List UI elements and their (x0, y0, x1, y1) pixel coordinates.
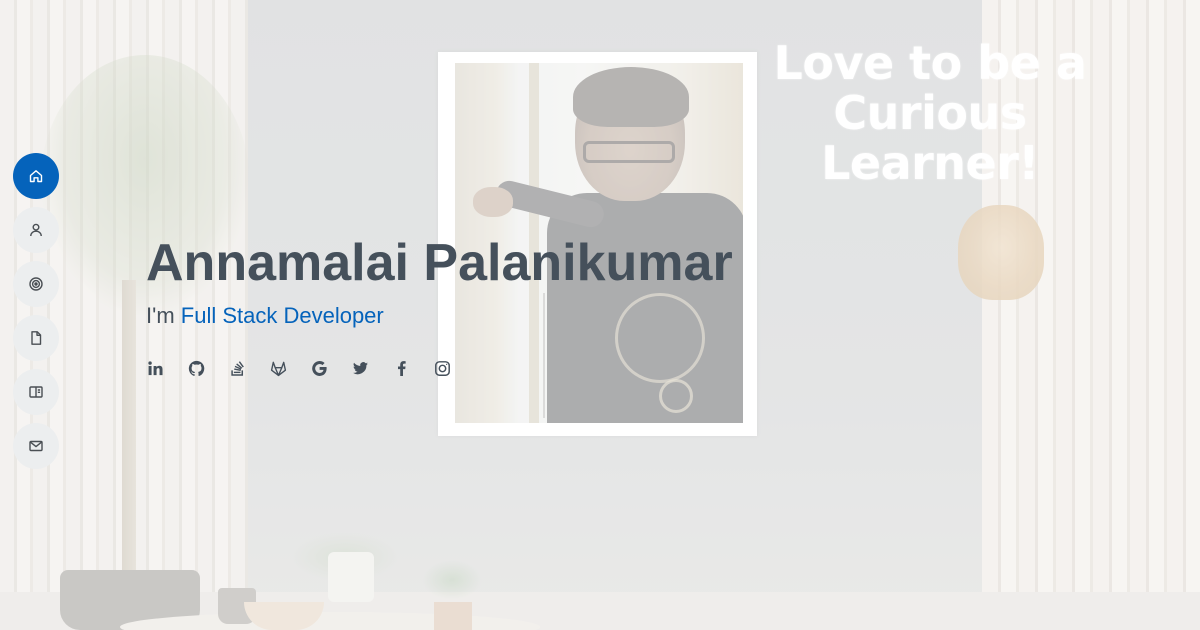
nav-contact-button[interactable] (13, 423, 59, 469)
person-icon (30, 223, 42, 237)
home-icon (29, 170, 43, 183)
linkedin-link[interactable] (146, 357, 164, 379)
google-icon (311, 360, 327, 376)
book-icon (29, 386, 43, 398)
hero-name: Annamalai Palanikumar (146, 234, 733, 292)
nav-resume-button[interactable] (13, 315, 59, 361)
quote-text: Love to be a Curious Learner! (760, 38, 1100, 188)
twitter-link[interactable] (351, 357, 369, 379)
quote-line-1: Love to be a (773, 36, 1087, 90)
gitlab-link[interactable] (269, 357, 287, 379)
instagram-icon (434, 360, 450, 376)
twitter-icon (352, 361, 368, 374)
background-succulent-pot (434, 602, 472, 630)
role-prefix: I'm (146, 303, 181, 328)
google-link[interactable] (310, 357, 328, 379)
stackoverflow-icon (230, 360, 244, 376)
facebook-link[interactable] (392, 357, 410, 379)
background-succulent (422, 560, 482, 600)
gitlab-icon (270, 361, 286, 376)
background-vase (328, 552, 374, 602)
nav-portfolio-button[interactable] (13, 369, 59, 415)
stackoverflow-link[interactable] (228, 357, 246, 379)
background-lamp (958, 205, 1044, 300)
nav-about-button[interactable] (13, 207, 59, 253)
nav-skills-button[interactable] (13, 261, 59, 307)
social-links (146, 357, 451, 379)
hero-role: I'm Full Stack Developer (146, 302, 384, 330)
target-icon (29, 277, 43, 291)
linkedin-icon (147, 360, 163, 375)
quote-line-3: Learner! (821, 136, 1039, 190)
github-icon (188, 360, 204, 376)
role-text: Full Stack Developer (180, 303, 384, 328)
envelope-icon (29, 440, 43, 452)
quote-line-2: Curious (833, 86, 1027, 140)
hero-section: Love to be a Curious Learner! Annamalai … (0, 0, 1200, 630)
facebook-icon (397, 360, 406, 376)
file-icon (31, 331, 42, 345)
instagram-link[interactable] (433, 357, 451, 379)
background-plant-trunk (122, 280, 136, 580)
github-link[interactable] (187, 357, 205, 379)
side-nav (13, 153, 61, 477)
nav-home-button[interactable] (13, 153, 59, 199)
